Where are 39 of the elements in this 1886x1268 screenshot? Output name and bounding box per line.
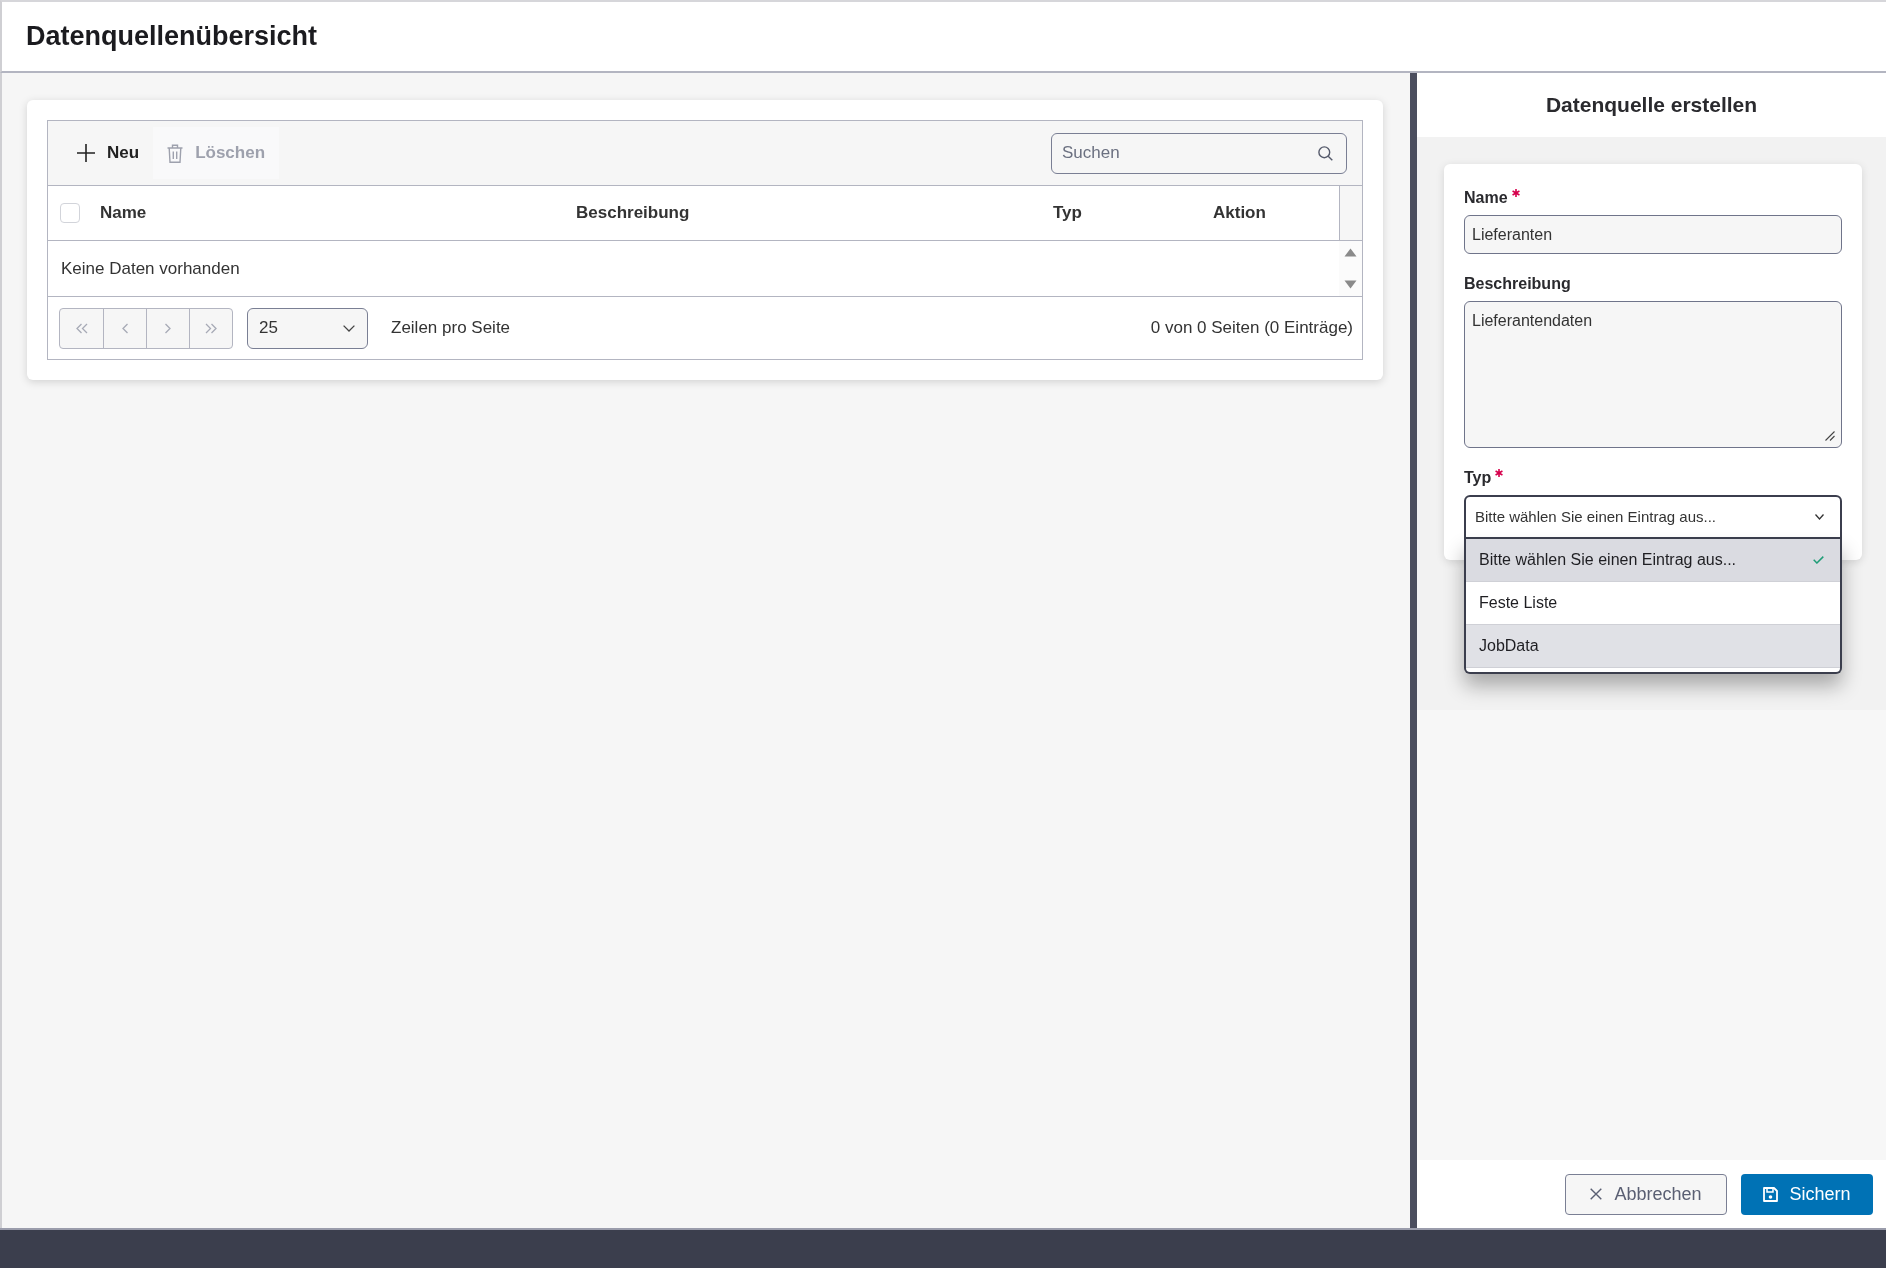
trash-icon [167, 143, 184, 163]
page-size-label: Zeilen pro Seite [391, 317, 511, 340]
empty-message: Keine Daten vorhanden [61, 257, 240, 280]
dropdown-option[interactable]: Bitte wählen Sie einen Eintrag aus... [1466, 539, 1840, 582]
search-icon [1318, 145, 1333, 161]
chevron-down-icon [343, 324, 355, 332]
resize-handle-icon[interactable] [1825, 431, 1835, 441]
field-label: Typ [1464, 468, 1492, 488]
close-icon [1590, 1188, 1603, 1200]
dropdown-option[interactable]: Feste Liste [1466, 582, 1840, 625]
page-summary: 0 von 0 Seiten (0 Einträge) [1150, 317, 1353, 340]
new-button[interactable]: Neu [63, 127, 154, 179]
column-header: Beschreibung [576, 202, 690, 225]
check-icon [1813, 556, 1824, 564]
page-size-select[interactable]: 25 [247, 307, 368, 349]
select-all-checkbox[interactable] [60, 203, 80, 223]
chevron-left-icon [119, 322, 131, 334]
double-chevron-right-icon [205, 322, 217, 334]
field-label: Beschreibung [1464, 274, 1571, 294]
cancel-button[interactable]: Abbrechen [1565, 1173, 1727, 1215]
scrollbar[interactable] [1339, 241, 1362, 296]
dropdown-option[interactable]: JobData [1466, 625, 1840, 668]
triangle-down-icon[interactable] [1344, 280, 1357, 289]
column-header: Name [100, 202, 147, 225]
column-header: Aktion [1213, 202, 1266, 225]
column-header: Typ [1053, 202, 1082, 225]
page-title: Datenquellenübersicht [26, 23, 318, 50]
chevron-right-icon [162, 322, 174, 334]
panel-title: Datenquelle erstellen [1545, 92, 1758, 119]
type-select[interactable]: Bitte wählen Sie einen Eintrag aus... [1464, 495, 1842, 539]
search-field[interactable]: Suchen [1051, 132, 1347, 174]
name-field[interactable]: Lieferanten [1464, 215, 1842, 254]
description-field[interactable]: Lieferantendaten [1464, 301, 1842, 448]
save-button[interactable]: Sichern [1741, 1173, 1873, 1215]
double-chevron-left-icon [75, 322, 88, 334]
field-label: Name [1464, 188, 1508, 208]
plus-icon [77, 144, 95, 162]
triangle-up-icon[interactable] [1344, 248, 1357, 257]
chevron-down-icon [1815, 514, 1824, 520]
